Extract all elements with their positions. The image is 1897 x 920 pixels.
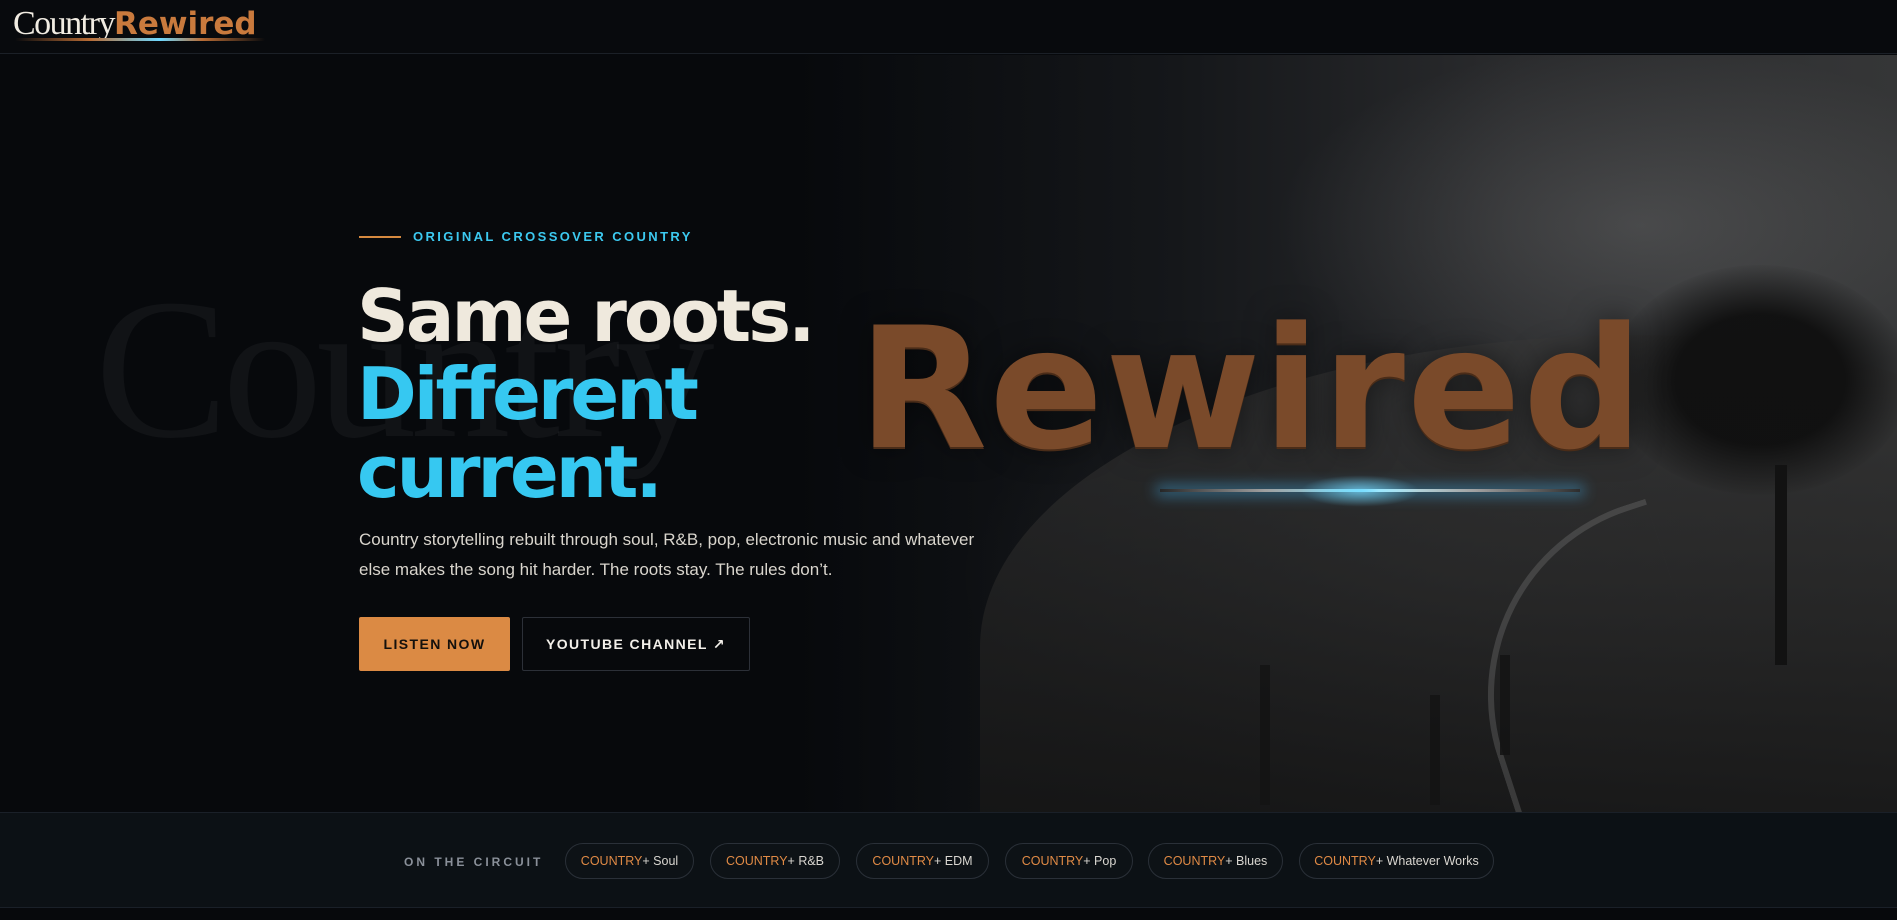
chip-suffix: + Soul xyxy=(642,854,679,868)
eyebrow-divider-line xyxy=(359,235,401,238)
background-wordmark-rewired: Rewired xyxy=(858,291,1646,487)
circuit-label: ON THE CIRCUIT xyxy=(404,855,544,869)
hero-description: Country storytelling rebuilt through sou… xyxy=(359,530,975,579)
eyebrow-text: ORIGINAL CROSSOVER COUNTRY xyxy=(413,229,693,244)
genre-chip-edm[interactable]: COUNTRY + EDM xyxy=(856,843,989,879)
chip-prefix: COUNTRY xyxy=(1163,854,1226,868)
fence-post xyxy=(1500,655,1510,755)
hero-section: Country Rewired ORIGINAL CROSSOVER COUNT… xyxy=(0,55,1897,812)
headline-line-3: current. xyxy=(357,430,663,514)
fence-post xyxy=(1260,665,1270,805)
electric-spark-glow xyxy=(1300,475,1420,507)
chip-prefix: COUNTRY xyxy=(725,854,788,868)
chip-suffix: + EDM xyxy=(934,854,973,868)
chip-prefix: COUNTRY xyxy=(872,854,935,868)
chip-suffix: + Pop xyxy=(1083,854,1117,868)
chip-suffix: + Blues xyxy=(1225,854,1268,868)
chip-prefix: COUNTRY xyxy=(1314,854,1376,868)
genre-chip-soul[interactable]: COUNTRY + Soul xyxy=(565,843,694,879)
headline-line-2: Different xyxy=(357,352,699,436)
headline-line-1: Same roots. xyxy=(357,274,815,358)
hero-headline: Same roots. Different current. xyxy=(357,274,815,514)
genre-chip-rnb[interactable]: COUNTRY + R&B xyxy=(710,843,840,879)
chip-suffix: + Whatever Works xyxy=(1375,854,1479,868)
hero-background-tree xyxy=(1610,265,1897,495)
chip-prefix: COUNTRY xyxy=(580,854,643,868)
genre-chip-whatever-works[interactable]: COUNTRY + Whatever Works xyxy=(1299,843,1494,879)
top-nav-bar: Country Rewired xyxy=(0,0,1897,54)
fence-post xyxy=(1430,695,1440,805)
on-the-circuit-strip: ON THE CIRCUIT COUNTRY + Soul COUNTRY + … xyxy=(0,812,1897,908)
genre-chip-blues[interactable]: COUNTRY + Blues xyxy=(1148,843,1283,879)
hero-eyebrow: ORIGINAL CROSSOVER COUNTRY xyxy=(359,229,693,244)
chip-suffix: + R&B xyxy=(787,854,825,868)
site-logo[interactable]: Country Rewired xyxy=(13,2,265,46)
chip-prefix: COUNTRY xyxy=(1021,854,1084,868)
listen-now-button[interactable]: LISTEN NOW xyxy=(359,617,510,671)
page-bottom-edge xyxy=(0,908,1897,920)
logo-spark-underline xyxy=(15,38,265,41)
hero-background-tree-trunk xyxy=(1775,465,1787,665)
youtube-channel-button[interactable]: YOUTUBE CHANNEL ↗ xyxy=(522,617,750,671)
genre-chip-pop[interactable]: COUNTRY + Pop xyxy=(1005,843,1133,879)
